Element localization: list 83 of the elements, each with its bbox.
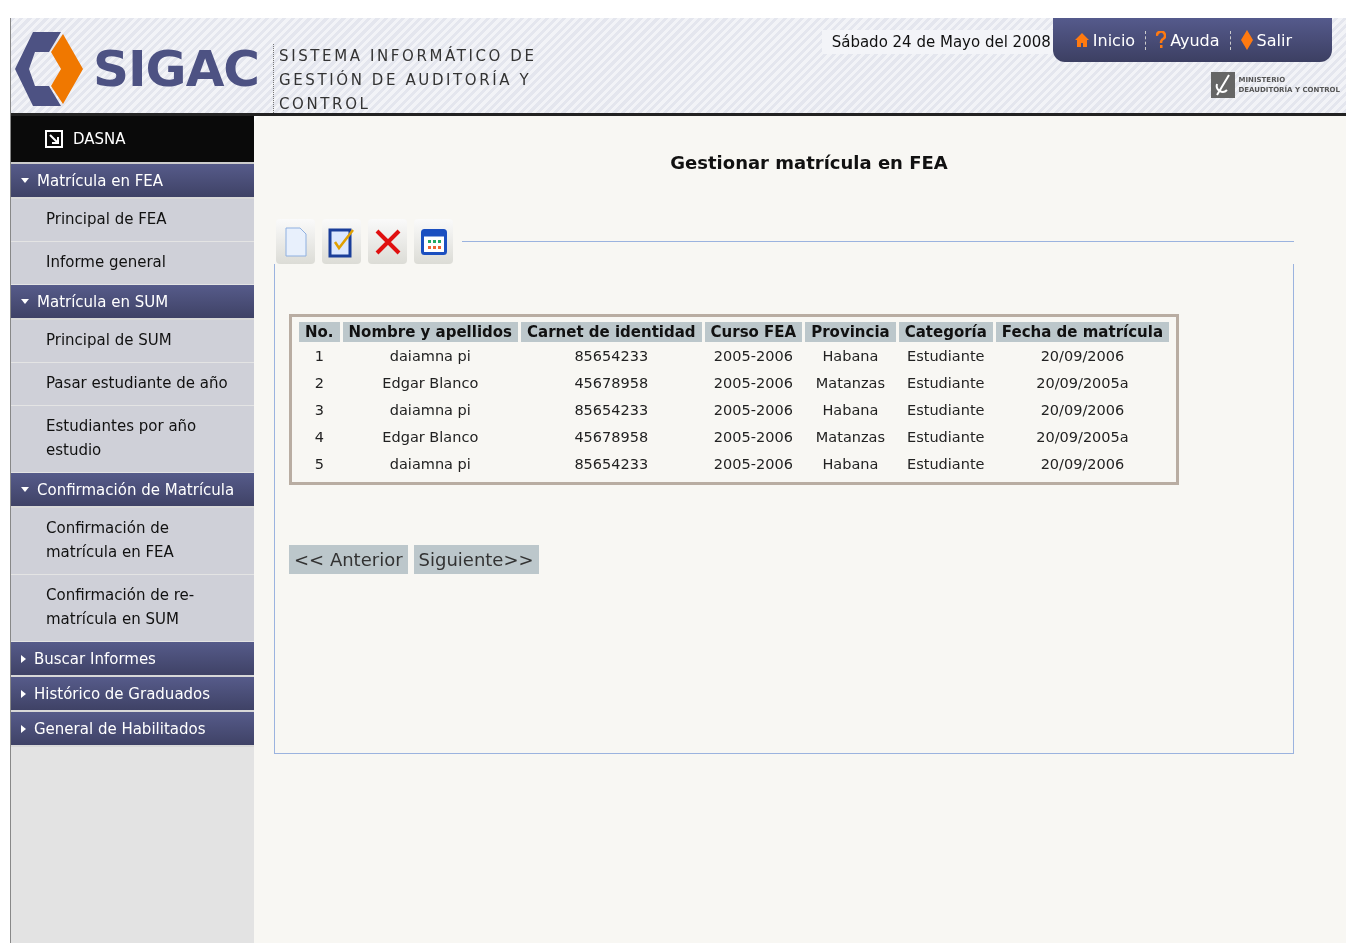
menu-item[interactable]: Pasar estudiante de año: [11, 363, 254, 406]
user-name: DASNA: [73, 130, 126, 148]
table-cell-text: 20/09/2006: [1039, 454, 1126, 474]
toolbar-button[interactable]: [322, 219, 361, 264]
menu-group-header[interactable]: General de Habilitados: [11, 712, 254, 747]
column-header: Carnet de identidad: [521, 322, 702, 342]
menu-item[interactable]: Informe general: [11, 242, 254, 285]
table-cell-text: 5: [313, 454, 325, 474]
caret-down-icon: [21, 178, 29, 183]
system-subtitle: SISTEMA INFORMÁTICO DE GESTIÓN DE AUDITORÍA Y CONTROL: [273, 44, 544, 113]
nav-link[interactable]: Inicio: [1064, 30, 1147, 50]
calendar-icon: [420, 228, 447, 255]
new-document-icon: [284, 226, 307, 257]
menu-group-header[interactable]: Confirmación de Matrícula: [11, 473, 254, 508]
table-cell-text: 2005-2006: [712, 427, 794, 447]
toolbar-button[interactable]: [414, 219, 453, 264]
column-header: Provincia: [805, 322, 896, 342]
column-header: Curso FEA: [704, 322, 803, 342]
table-cell-text: 2: [313, 373, 325, 393]
page-title: Gestionar matrícula en FEA: [669, 152, 949, 173]
table-cell-text: Habana: [821, 346, 880, 366]
table-cell-text: 20/09/2006: [1039, 400, 1126, 420]
menu-item[interactable]: Confirmación de matrícula en FEA: [11, 508, 254, 575]
table-cell-text: 45678958: [573, 427, 650, 447]
table-cell-text: Edgar Blanco: [381, 427, 480, 447]
column-header: Categoría: [898, 322, 993, 342]
table-cell-text: Estudiante: [906, 373, 986, 393]
menu-item[interactable]: Principal de SUM: [11, 320, 254, 363]
menu-group-header[interactable]: Matrícula en FEA: [11, 164, 254, 199]
table-cell-text: 2005-2006: [712, 346, 794, 366]
table-cell-text: 1: [313, 346, 325, 366]
table-cell-text: daiamna pi: [388, 400, 472, 420]
table-cell-text: Estudiante: [906, 346, 986, 366]
caret-right-icon: [21, 654, 26, 663]
table-cell-text: 2005-2006: [712, 454, 794, 474]
column-header: Nombre y apellidos: [342, 322, 518, 342]
table-cell-text: Matanzas: [814, 427, 887, 447]
table-cell-text: 20/09/2005a: [1035, 373, 1130, 393]
table-cell-text: 4: [313, 427, 325, 447]
pagination-button[interactable]: << Anterior: [289, 545, 408, 574]
table-cell-text: Habana: [821, 454, 880, 474]
table-cell-text: Matanzas: [814, 373, 887, 393]
menu-item[interactable]: Principal de FEA: [11, 199, 254, 242]
menu-group-header[interactable]: Buscar Informes: [11, 642, 254, 677]
nav-link[interactable]: Ayuda: [1146, 30, 1231, 50]
help-icon: [1156, 31, 1167, 49]
ministry-logo-icon: [1210, 72, 1235, 98]
table-cell-text: Estudiante: [906, 427, 986, 447]
table-cell-text: Edgar Blanco: [381, 373, 480, 393]
delete-icon: [373, 227, 402, 256]
table-cell-text: 20/09/2005a: [1035, 427, 1130, 447]
table-cell-text: 3: [313, 400, 325, 420]
caret-right-icon: [21, 724, 26, 733]
table-cell-text: 2005-2006: [712, 373, 794, 393]
table-cell-text: 20/09/2006: [1039, 346, 1126, 366]
table-cell-text: daiamna pi: [388, 454, 472, 474]
table-cell-text: 85654233: [573, 454, 650, 474]
menu-group-header[interactable]: Matrícula en SUM: [11, 285, 254, 320]
table-cell-text: Estudiante: [906, 400, 986, 420]
table-cell-text: 45678958: [573, 373, 650, 393]
table-cell-text: 85654233: [573, 346, 650, 366]
home-icon: [1074, 32, 1089, 48]
date-text: Sábado 24 de Mayo del 2008: [821, 30, 1053, 54]
menu-item[interactable]: Estudiantes por año estudio: [11, 406, 254, 473]
caret-down-icon: [21, 299, 29, 304]
toolbar-button[interactable]: [368, 219, 407, 264]
table-cell-text: daiamna pi: [388, 346, 472, 366]
nav-link[interactable]: Salir: [1230, 30, 1302, 50]
table-cell-text: 85654233: [573, 400, 650, 420]
column-header: No.: [299, 322, 340, 342]
diamond-icon: [1240, 30, 1253, 50]
table-cell-text: 2005-2006: [712, 400, 794, 420]
caret-right-icon: [21, 689, 26, 698]
menu-item[interactable]: Confirmación de re-matrícula en SUM: [11, 575, 254, 642]
table-cell-text: Estudiante: [906, 454, 986, 474]
table-cell-text: Habana: [821, 400, 880, 420]
logo-icon: [13, 29, 83, 108]
caret-down-icon: [21, 487, 29, 492]
column-header: Fecha de matrícula: [995, 322, 1169, 342]
arrow-box-icon: [45, 130, 63, 148]
menu-group-header[interactable]: Histórico de Graduados: [11, 677, 254, 712]
logo-text: SIGAC: [93, 39, 260, 98]
pagination-button[interactable]: Siguiente>>: [413, 545, 539, 574]
